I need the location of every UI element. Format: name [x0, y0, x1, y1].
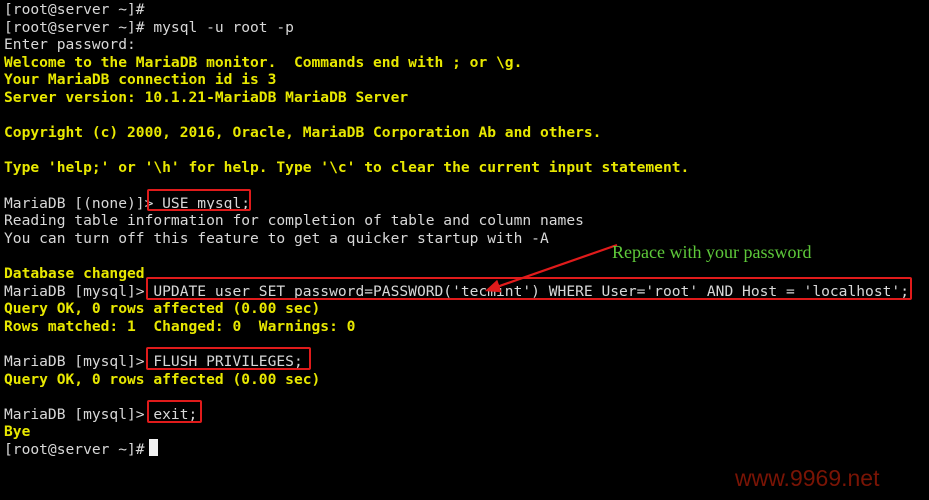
terminal-line: Copyright (c) 2000, 2016, Oracle, MariaD…	[4, 124, 602, 142]
terminal-line: Your MariaDB connection id is 3	[4, 71, 277, 89]
terminal-line: Enter password:	[4, 36, 136, 54]
terminal-line: [root@server ~]#	[4, 441, 154, 458]
terminal-line: Bye	[4, 423, 31, 441]
terminal-line: You can turn off this feature to get a q…	[4, 229, 549, 247]
terminal-line: [root@server ~]#	[4, 1, 154, 18]
terminal-line: MariaDB [(none)]> USE mysql;	[4, 194, 251, 212]
terminal-line: Query OK, 0 rows affected (0.00 sec)	[4, 300, 321, 318]
terminal-line: Welcome to the MariaDB monitor. Commands…	[4, 53, 523, 71]
terminal-line: Database changed	[4, 265, 145, 282]
terminal-line: Query OK, 0 rows affected (0.00 sec)	[4, 370, 321, 388]
terminal-window[interactable]: [root@server ~]# [root@server ~]# mysql …	[0, 0, 929, 500]
watermark-label: www.9969.net	[735, 465, 880, 491]
terminal-line: Server version: 10.1.21-MariaDB MariaDB …	[4, 89, 409, 106]
terminal-line: MariaDB [mysql]> UPDATE user SET passwor…	[4, 282, 909, 300]
annotation-label: Repace with your password	[612, 242, 812, 262]
terminal-line: MariaDB [mysql]> FLUSH PRIVILEGES;	[4, 353, 303, 370]
terminal-line: Reading table information for completion…	[4, 212, 584, 230]
terminal-line: [root@server ~]# mysql -u root -p	[4, 18, 294, 36]
terminal-cursor	[149, 439, 158, 456]
terminal-line: MariaDB [mysql]> exit;	[4, 405, 198, 423]
terminal-line: Rows matched: 1 Changed: 0 Warnings: 0	[4, 317, 356, 335]
terminal-line: Type 'help;' or '\h' for help. Type '\c'…	[4, 159, 690, 177]
